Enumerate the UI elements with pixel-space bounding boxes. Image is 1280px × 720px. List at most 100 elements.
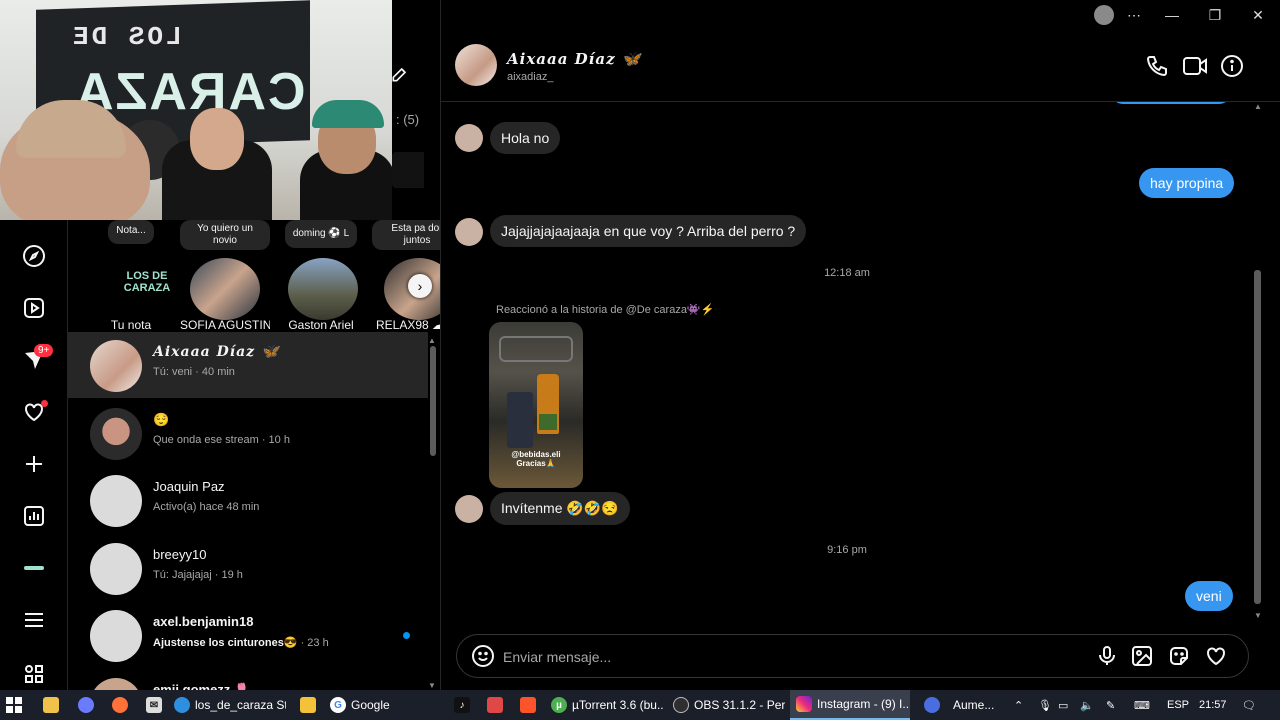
note-item[interactable]: Yo quiero un novio SOFIA AGUSTIN... — [180, 220, 270, 332]
utorrent-icon: µ — [551, 697, 567, 713]
clock[interactable]: 21:57 — [1199, 690, 1227, 720]
list-scrollbar-thumb[interactable] — [430, 346, 436, 456]
plus-icon[interactable] — [18, 448, 50, 480]
compose-icon[interactable] — [390, 64, 410, 89]
conversation-list: Aixaaa Díaz 🦋 Tú: veni · 40 min 😌 Que on… — [68, 332, 428, 690]
conversation-preview: Ajustense los cinturones😎 · 23 h — [153, 636, 329, 649]
tiktok-icon[interactable]: ♪ — [454, 690, 475, 720]
chat-username: aixadiaz_ — [507, 71, 554, 83]
profile-avatar[interactable] — [1094, 5, 1114, 25]
sender-avatar — [455, 124, 483, 152]
note-name: Gaston Ariel — [288, 318, 354, 332]
message-bubble-in[interactable]: Hola no — [490, 122, 561, 154]
conversation-item[interactable]: Joaquin Paz Activo(a) hace 48 min — [68, 467, 428, 533]
profile-logo-icon[interactable] — [18, 552, 50, 584]
compass-icon[interactable] — [18, 240, 50, 272]
story-shape — [539, 414, 557, 430]
microphone-icon[interactable] — [1095, 644, 1119, 673]
taskbar-item-active[interactable]: Instagram - (9) I... — [790, 690, 910, 720]
restore-button[interactable]: ❐ — [1195, 0, 1235, 30]
brave-icon[interactable] — [520, 690, 541, 720]
note-own[interactable]: Nota... LOS DE CARAZA Tu nota — [86, 220, 176, 332]
taskbar-item[interactable]: G Google — [330, 690, 426, 720]
info-icon[interactable] — [1220, 54, 1244, 83]
conversation-item[interactable]: breeyy10 Tú: Jajajajaj · 19 h — [68, 535, 428, 601]
message-input[interactable] — [503, 647, 1063, 667]
task-view-icon[interactable] — [43, 690, 64, 720]
message-composer — [456, 634, 1249, 678]
message-bubble-in[interactable]: Invítenme 🤣🤣😒 — [490, 492, 630, 525]
stats-icon[interactable] — [18, 500, 50, 532]
taskbar-item[interactable]: µ µTorrent 3.6 (bu... — [551, 690, 663, 720]
taskbar: ✉ los_de_caraza St... G Google ♪ µ µTorren… — [0, 690, 1280, 720]
preview-time: · 23 h — [297, 637, 329, 649]
conversation-item[interactable]: emii.gomezz 🌷 — [68, 670, 428, 690]
notes-next-button[interactable]: › — [408, 274, 432, 298]
copilot-icon[interactable] — [78, 690, 99, 720]
sticker-icon[interactable] — [1167, 644, 1191, 673]
conversation-name: breeyy10 — [153, 547, 207, 562]
notifications-icon[interactable]: 🗨 — [1242, 690, 1256, 720]
apps-icon[interactable] — [18, 658, 50, 690]
pen-icon[interactable]: ✎ — [1106, 690, 1115, 720]
close-button[interactable]: ✕ — [1238, 0, 1278, 30]
network-icon[interactable]: ▭ — [1058, 690, 1068, 720]
reels-icon[interactable] — [18, 292, 50, 324]
conversation-item[interactable]: axel.benjamin18 Ajustense los cinturones… — [68, 602, 428, 668]
story-thumbnail[interactable]: @bebidas.eli Gracias🙏 — [489, 322, 583, 488]
message-bubble-in[interactable]: Jajajjajajaajaaja en que voy ? Arriba de… — [490, 215, 807, 247]
chat-name[interactable]: Aixaaa Díaz 🦋 — [507, 50, 642, 68]
mail-icon[interactable]: ✉ — [146, 690, 167, 720]
webcam-overlay: LOS DE CARAZA — [0, 0, 392, 220]
minimize-button[interactable]: — — [1152, 0, 1192, 30]
message-bubble-out[interactable]: veni — [1185, 581, 1233, 611]
note-bubble: doming ⚽ L — [284, 220, 358, 248]
chevron-up-icon[interactable]: ⌃ — [1014, 690, 1023, 720]
requests-label[interactable]: : (5) — [396, 112, 419, 127]
conversation-name: Aixaaa Díaz 🦋 — [153, 344, 280, 360]
conversation-item[interactable]: Aixaaa Díaz 🦋 Tú: veni · 40 min — [68, 332, 428, 398]
message-bubble-out[interactable]: hay propina — [1139, 168, 1235, 198]
taskbar-label: OBS 31.1.2 - Per... — [694, 698, 785, 712]
note-bubble: Nota... — [108, 220, 154, 244]
heart-icon[interactable] — [1204, 644, 1228, 673]
keyboard-icon[interactable]: ⌨ — [1134, 690, 1150, 720]
note-item[interactable]: doming ⚽ L Gaston Ariel — [276, 220, 366, 332]
volume-icon[interactable]: 🔈 — [1080, 690, 1094, 720]
note-avatar — [190, 258, 260, 320]
taskbar-item[interactable]: Aume... — [924, 690, 1004, 720]
taskbar-item[interactable]: los_de_caraza St... — [174, 690, 286, 720]
panel-tab[interactable] — [392, 152, 424, 188]
microphone-tray-icon[interactable]: 🎙 — [1038, 690, 1052, 720]
language-indicator[interactable]: ESP — [1167, 690, 1189, 720]
file-explorer-icon[interactable] — [300, 690, 321, 720]
notification-badge: 9+ — [34, 344, 54, 357]
avatar — [90, 475, 142, 527]
thermometer-icon — [924, 697, 940, 713]
conversation-item[interactable]: 😌 Que onda ese stream · 10 h — [68, 400, 428, 466]
phone-icon[interactable] — [1145, 54, 1169, 83]
taskbar-label: µTorrent 3.6 (bu... — [572, 698, 663, 712]
app-icon[interactable] — [487, 690, 508, 720]
banner-line1: LOS DE — [70, 22, 182, 52]
chat-avatar[interactable] — [455, 44, 497, 86]
story-shape — [499, 336, 573, 362]
note-item[interactable]: Esta pa dor juntos RELAX98 ☁ ≡ — [372, 220, 440, 332]
more-icon[interactable]: ⋯ — [1114, 0, 1154, 30]
video-icon[interactable] — [1182, 54, 1208, 83]
menu-icon[interactable] — [18, 604, 50, 636]
emoji-icon[interactable] — [471, 644, 495, 673]
windows-start-icon[interactable] — [6, 690, 28, 720]
avatar — [90, 408, 142, 460]
message-thread: Hola no hay propina Jajajjajajaajaaja en… — [441, 102, 1253, 630]
note-name: Tu nota — [110, 318, 152, 332]
firefox-icon[interactable] — [112, 690, 133, 720]
image-icon[interactable] — [1130, 644, 1154, 673]
taskbar-item[interactable]: OBS 31.1.2 - Per... — [673, 690, 785, 720]
edge-icon — [174, 697, 190, 713]
note-avatar — [288, 258, 358, 320]
chat-scrollbar-thumb[interactable] — [1254, 270, 1261, 604]
window-titlebar: ⋯ — ❐ ✕ — [392, 0, 1280, 30]
notes-bar: Nota... LOS DE CARAZA Tu nota Yo quiero … — [68, 220, 440, 335]
story-shape — [507, 392, 533, 448]
